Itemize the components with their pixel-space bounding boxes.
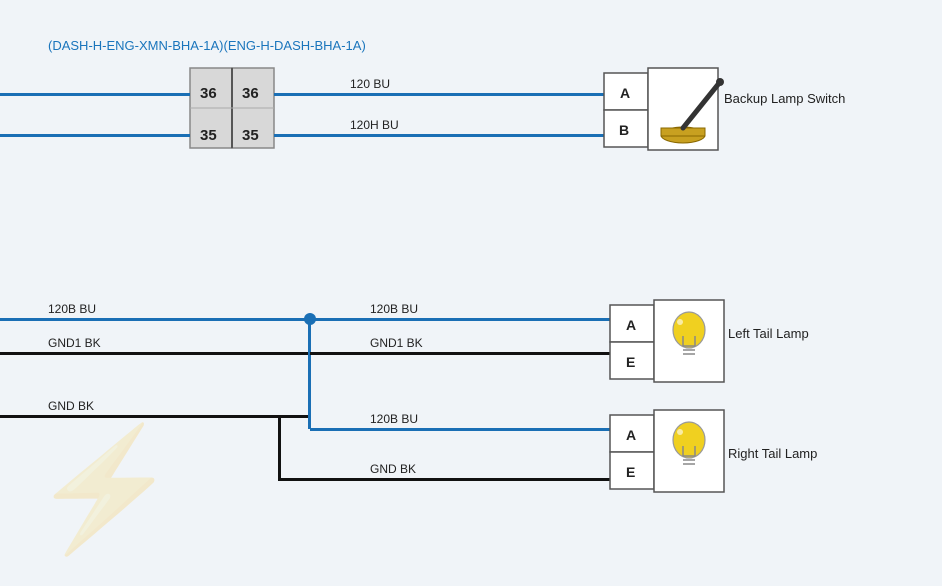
label-120bbu-mid: 120B BU (370, 302, 418, 316)
pin-35-left: 35 (200, 127, 217, 144)
wire-top-left-2 (0, 134, 190, 137)
wire-right-gnd1bk (310, 352, 610, 355)
terminal-b-label: B (619, 122, 629, 138)
connector-label: (DASH-H-ENG-XMN-BHA-1A)(ENG-H-DASH-BHA-1… (48, 38, 366, 53)
pin-36-right: 36 (242, 85, 259, 102)
right-bulb-highlight (677, 429, 683, 435)
wire-junction-down (308, 319, 311, 429)
left-tail-label: Left Tail Lamp (728, 326, 809, 341)
right-tail-terminal-a: A (626, 427, 636, 443)
pin-35-right: 35 (242, 127, 259, 144)
terminal-a-label: A (620, 85, 630, 101)
right-tail-terminal-e: E (626, 464, 635, 480)
wire-gndbk-down (278, 415, 281, 480)
backup-lamp-label: Backup Lamp Switch (724, 91, 845, 106)
background-logo: ⚡ (30, 421, 179, 560)
pin-36-left: 36 (200, 85, 217, 102)
wire-left-120bbu (0, 318, 310, 321)
wire-right-120bbu-right (310, 428, 610, 431)
left-tail-terminal-e: E (626, 354, 635, 370)
label-120bu: 120 BU (350, 77, 390, 91)
label-120bbu-right: 120B BU (370, 412, 418, 426)
wire-right-gndbk (278, 478, 610, 481)
right-tail-label: Right Tail Lamp (728, 446, 817, 461)
label-gnd1bk-mid: GND1 BK (370, 336, 423, 350)
switch-lever-tip (716, 78, 724, 86)
left-tail-terminal-a: A (626, 317, 636, 333)
label-gndbk-left: GND BK (48, 399, 94, 413)
label-120bbu-left: 120B BU (48, 302, 96, 316)
wire-top-right-2 (274, 134, 604, 137)
wire-gndbk-far-left (0, 415, 280, 418)
wire-right-120bbu-left (310, 318, 610, 321)
left-bulb-globe (673, 312, 705, 348)
label-gndbk-mid: GND BK (370, 462, 416, 476)
label-gnd1bk-left: GND1 BK (48, 336, 101, 350)
label-120hbu: 120H BU (350, 118, 399, 132)
wire-top-left-1 (0, 93, 190, 96)
wire-left-gnd1bk (0, 352, 310, 355)
left-bulb-highlight (677, 319, 683, 325)
right-bulb-globe (673, 422, 705, 458)
wire-top-right-1 (274, 93, 604, 96)
